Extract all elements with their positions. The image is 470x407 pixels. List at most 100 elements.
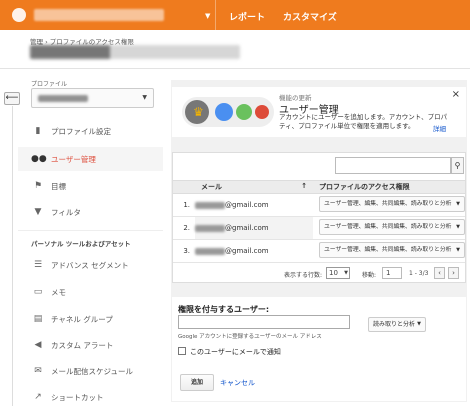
sidebar-item-label: アドバンス セグメント [51, 260, 129, 270]
profile-name-blurred [38, 95, 88, 102]
add-button[interactable]: 追加 [180, 374, 214, 391]
divider [215, 0, 216, 30]
sidebar-item-label: フィルタ [51, 207, 81, 217]
crown-icon: ♛ [193, 105, 204, 119]
prev-page-icon[interactable]: ‹ [434, 267, 445, 279]
page-title-blurred [30, 45, 240, 59]
row-number: 2. [173, 216, 195, 240]
sidebar-item-notes[interactable]: ▭ メモ [31, 283, 163, 301]
email-blurred [195, 224, 225, 232]
sidebar-item-custom-alerts[interactable]: ◀ カスタム アラート [31, 336, 163, 354]
top-bar: ▼ レポート カスタマイズ [0, 0, 470, 30]
segment-icon: ☰ [33, 260, 43, 270]
next-page-icon[interactable]: › [448, 267, 459, 279]
user-green-icon [236, 104, 252, 120]
sidebar-item-label: 目標 [51, 181, 66, 191]
channel-icon: ▤ [33, 314, 43, 324]
email-hint: Google アカウントに登録するユーザーのメール アドレス [178, 334, 322, 340]
email-blurred [195, 247, 225, 255]
notify-label: このユーザーにメールで通知 [190, 348, 281, 356]
email-field[interactable] [178, 315, 350, 329]
table-row: 3. @gmail.com ユーザー管理、編集、共同編集、読み取りと分析 ▼ [173, 239, 465, 263]
users-table-box: ⚲ メール ↑ プロファイルのアクセス権限 1. @gmail.com ユーザー… [172, 152, 466, 283]
notice-description: アカウントにユーザーを追加します。アカウント、プロパティ、プロファイル単位で権限… [279, 113, 448, 130]
new-user-permission-select[interactable]: 読み取りと分析 ▼ [368, 317, 426, 332]
sidebar-item-label: カスタム アラート [51, 340, 114, 350]
divider [18, 230, 163, 231]
chevron-down-icon: ▼ [344, 270, 348, 276]
megaphone-icon: ◀ [34, 340, 42, 350]
chevron-down-icon: ▼ [456, 247, 460, 253]
user-email: @gmail.com [195, 193, 313, 217]
nav-report[interactable]: レポート [229, 10, 265, 23]
profile-select[interactable]: ▼ [31, 88, 154, 108]
sidebar-item-label: プロファイル設定 [51, 126, 111, 136]
shortcut-icon: ↗ [34, 392, 42, 402]
mail-schedule-icon: ✉ [34, 366, 42, 376]
sidebar-item-profile-settings[interactable]: ▮ プロファイル設定 [31, 122, 163, 140]
chevron-down-icon: ▼ [456, 224, 460, 230]
sidebar-item-user-management[interactable]: ●● ユーザー管理 [31, 150, 163, 168]
add-user-header: 権限を付与するユーザー: [178, 305, 270, 314]
table-row: 2. @gmail.com ユーザー管理、編集、共同編集、読み取りと分析 ▼ [173, 216, 465, 240]
pagination: 表示する行数: 10 ▼ 移動: 1 1 - 3/3 ‹ › [173, 265, 465, 283]
close-icon[interactable]: × [452, 89, 460, 100]
table-row: 1. @gmail.com ユーザー管理、編集、共同編集、読み取りと分析 ▼ [173, 193, 465, 217]
row-number: 3. [173, 239, 195, 263]
sort-arrow-icon[interactable]: ↑ [301, 182, 307, 190]
sidebar-item-label: メール配信スケジュール [51, 366, 133, 376]
column-header-permissions: プロファイルのアクセス権限 [313, 180, 465, 194]
rows-per-page-select[interactable]: 10 ▼ [326, 267, 350, 279]
sidebar-item-label: ショートカット [51, 392, 104, 402]
search-input[interactable] [335, 157, 451, 174]
user-email: @gmail.com [195, 216, 313, 240]
goto-label: 移動: [362, 272, 377, 279]
user-blue-icon [215, 103, 233, 121]
goto-page-input[interactable]: 1 [382, 267, 402, 279]
search-icon[interactable]: ⚲ [451, 157, 464, 174]
profile-label: プロファイル [31, 81, 68, 88]
notify-checkbox[interactable] [178, 347, 186, 355]
permission-select[interactable]: ユーザー管理、編集、共同編集、読み取りと分析 ▼ [319, 196, 465, 212]
details-link[interactable]: 詳細 [433, 123, 446, 133]
column-header-email[interactable]: メール ↑ [195, 180, 313, 194]
sidebar-item-label: チャネル グループ [51, 314, 113, 324]
feature-update-notice: ♛ 機能の更新 ユーザー管理 アカウントにユーザーを追加します。アカウント、プロ… [172, 87, 466, 137]
add-user-form: 権限を付与するユーザー: Google アカウントに登録するユーザーのメール ア… [172, 297, 466, 401]
sidebar-item-channel-groups[interactable]: ▤ チャネル グループ [31, 310, 163, 328]
chevron-down-icon: ▼ [417, 321, 421, 327]
analytics-logo-icon[interactable] [12, 8, 26, 22]
flag-icon: ⚑ [33, 181, 43, 191]
back-arrow-icon[interactable]: ⟵ [4, 92, 20, 105]
chevron-down-icon: ▼ [456, 201, 460, 207]
users-icon: ●● [31, 154, 47, 164]
nav-customize[interactable]: カスタマイズ [283, 10, 337, 23]
document-icon: ▮ [35, 126, 41, 136]
section-title: パーソナル ツールおよびアセット [31, 240, 131, 248]
permission-select[interactable]: ユーザー管理、編集、共同編集、読み取りと分析 ▼ [319, 242, 465, 258]
sidebar-item-email-schedule[interactable]: ✉ メール配信スケジュール [31, 362, 163, 380]
user-red-icon [255, 105, 269, 119]
cancel-link[interactable]: キャンセル [220, 378, 255, 388]
sidebar-item-shortcuts[interactable]: ↗ ショートカット [31, 388, 163, 406]
sidebar-item-goals[interactable]: ⚑ 目標 [31, 177, 163, 195]
notice-illustration: ♛ [182, 97, 274, 127]
chevron-down-icon[interactable]: ▼ [205, 12, 210, 20]
rows-label: 表示する行数: [284, 272, 323, 279]
permission-select[interactable]: ユーザー管理、編集、共同編集、読み取りと分析 ▼ [319, 219, 465, 235]
users-table: メール ↑ プロファイルのアクセス権限 1. @gmail.com ユーザー管理… [173, 180, 465, 263]
sidebar-item-filters[interactable]: ▼ フィルタ [31, 203, 163, 221]
note-icon: ▭ [33, 287, 43, 297]
row-number: 1. [173, 193, 195, 217]
user-email: @gmail.com [195, 239, 313, 263]
account-name-blurred[interactable] [34, 9, 164, 21]
sidebar-item-label: ユーザー管理 [51, 154, 96, 164]
admin-avatar-icon: ♛ [185, 100, 209, 124]
sidebar-item-label: メモ [51, 287, 66, 297]
filter-icon: ▼ [34, 207, 42, 217]
sidebar-item-segments[interactable]: ☰ アドバンス セグメント [31, 256, 163, 274]
email-blurred [195, 201, 225, 209]
divider [12, 106, 13, 406]
chevron-down-icon: ▼ [142, 94, 147, 101]
divider [0, 68, 470, 69]
